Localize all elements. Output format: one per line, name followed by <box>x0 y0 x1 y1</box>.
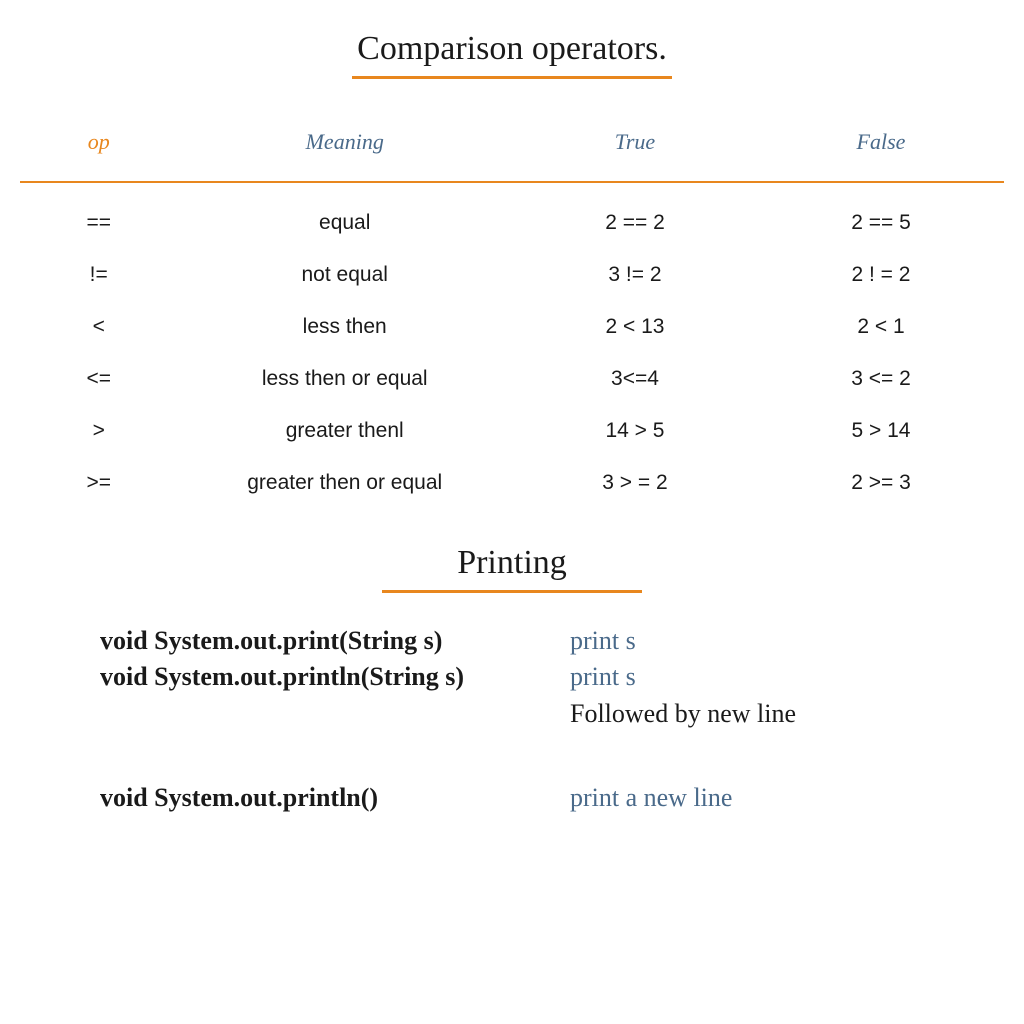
print-list: void System.out.print(String s) print s … <box>20 623 1004 817</box>
print-signature: void System.out.print(String s) <box>100 623 570 659</box>
cell-op: < <box>20 301 177 353</box>
header-op: op <box>20 119 177 167</box>
cell-op: <= <box>20 353 177 405</box>
print-signature: void System.out.println() <box>100 780 570 816</box>
table-row: >= greater then or equal 3 > = 2 2 >= 3 <box>20 457 1004 509</box>
comparison-title: Comparison operators. <box>20 30 1004 68</box>
cell-meaning: greater thenl <box>177 405 512 457</box>
print-description: print s <box>570 623 636 659</box>
print-row: void System.out.println() print a new li… <box>100 780 924 816</box>
cell-true: 14 > 5 <box>512 405 758 457</box>
cell-true: 3<=4 <box>512 353 758 405</box>
header-divider <box>20 167 1004 197</box>
cell-meaning: not equal <box>177 249 512 301</box>
print-description: print s <box>570 659 796 695</box>
printing-title: Printing <box>20 544 1004 582</box>
table-row: == equal 2 == 2 2 == 5 <box>20 197 1004 249</box>
table-row: != not equal 3 != 2 2 ! = 2 <box>20 249 1004 301</box>
cell-op: == <box>20 197 177 249</box>
title-divider <box>352 76 672 79</box>
cell-false: 5 > 14 <box>758 405 1004 457</box>
cell-false: 2 ! = 2 <box>758 249 1004 301</box>
cell-true: 3 != 2 <box>512 249 758 301</box>
cell-op: > <box>20 405 177 457</box>
comparison-table: op Meaning True False == equal 2 == 2 2 … <box>20 119 1004 509</box>
cell-meaning: less then or equal <box>177 353 512 405</box>
header-false: False <box>758 119 1004 167</box>
print-row: void System.out.print(String s) print s <box>100 623 924 659</box>
table-row: > greater thenl 14 > 5 5 > 14 <box>20 405 1004 457</box>
comparison-section: Comparison operators. op Meaning True Fa… <box>20 30 1004 509</box>
table-row: < less then 2 < 13 2 < 1 <box>20 301 1004 353</box>
printing-section: Printing void System.out.print(String s)… <box>20 544 1004 817</box>
cell-false: 2 >= 3 <box>758 457 1004 509</box>
cell-false: 3 <= 2 <box>758 353 1004 405</box>
cell-meaning: greater then or equal <box>177 457 512 509</box>
header-true: True <box>512 119 758 167</box>
print-description: print a new line <box>570 780 732 816</box>
cell-false: 2 < 1 <box>758 301 1004 353</box>
table-row: <= less then or equal 3<=4 3 <= 2 <box>20 353 1004 405</box>
cell-op: != <box>20 249 177 301</box>
cell-false: 2 == 5 <box>758 197 1004 249</box>
cell-true: 2 < 13 <box>512 301 758 353</box>
table-header-row: op Meaning True False <box>20 119 1004 167</box>
cell-true: 3 > = 2 <box>512 457 758 509</box>
cell-meaning: equal <box>177 197 512 249</box>
cell-op: >= <box>20 457 177 509</box>
print-extra: Followed by new line <box>570 696 796 732</box>
print-signature: void System.out.println(String s) <box>100 659 570 695</box>
cell-meaning: less then <box>177 301 512 353</box>
cell-true: 2 == 2 <box>512 197 758 249</box>
print-row: void System.out.println(String s) print … <box>100 659 924 732</box>
header-meaning: Meaning <box>177 119 512 167</box>
title-divider <box>382 590 642 593</box>
